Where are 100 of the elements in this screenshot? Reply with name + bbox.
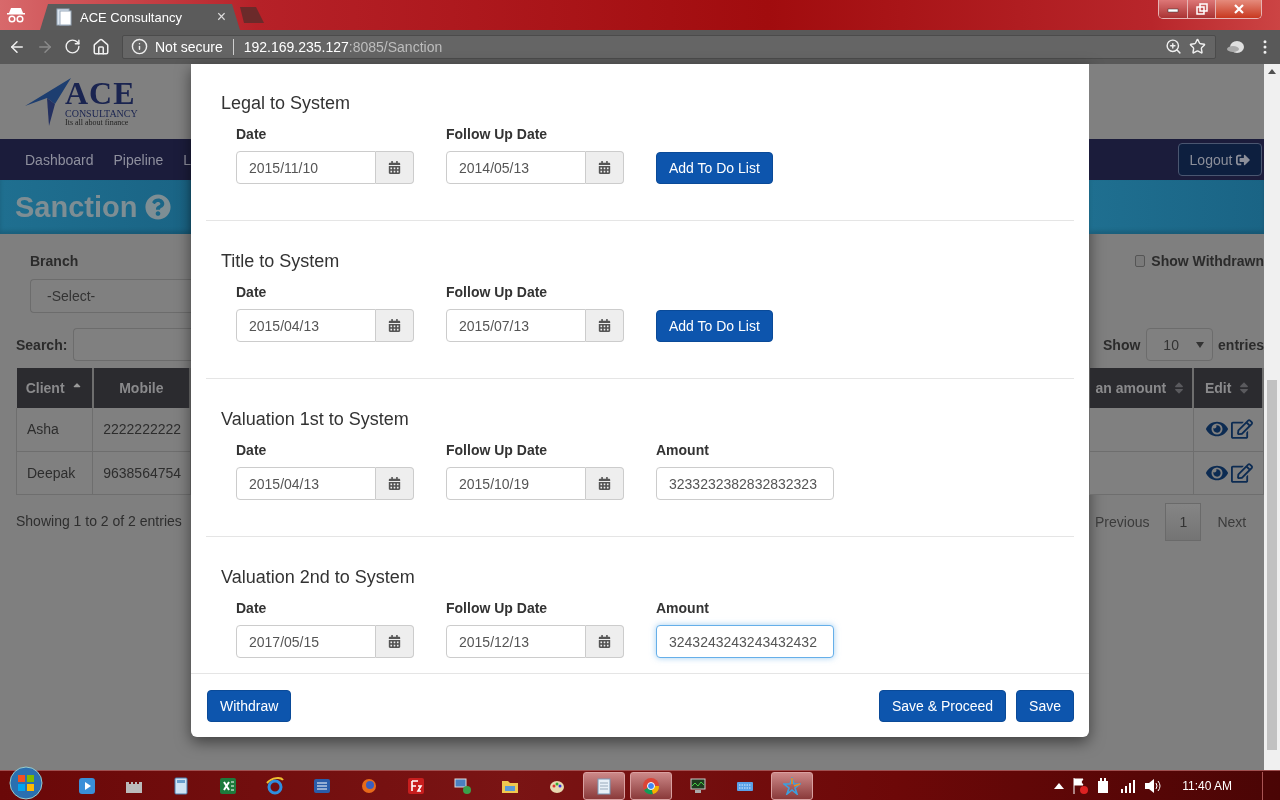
star-icon[interactable] <box>1189 38 1207 56</box>
date-field[interactable]: 2014/05/13 <box>446 151 586 184</box>
minimize-button[interactable] <box>1159 0 1187 18</box>
search-label: Search: <box>16 336 68 353</box>
calendar-icon[interactable] <box>598 161 611 174</box>
column-header[interactable]: an amount <box>1089 368 1194 408</box>
back-icon[interactable] <box>8 38 26 56</box>
edit-icon[interactable] <box>1230 418 1253 441</box>
withdraw-button[interactable]: Withdraw <box>207 690 292 722</box>
date-field[interactable]: 2017/05/15 <box>236 625 376 658</box>
nav-link[interactable]: L <box>183 151 191 168</box>
date-field[interactable]: 2015/11/10 <box>236 151 376 184</box>
calendar-icon[interactable] <box>388 161 401 174</box>
search-field[interactable] <box>73 328 191 361</box>
calendar-button[interactable] <box>586 625 624 658</box>
tray-arrow-icon[interactable] <box>1054 781 1065 790</box>
browser-tab[interactable]: ACE Consultancy × <box>40 4 240 30</box>
field-label: Date <box>236 126 268 143</box>
caret-icon[interactable] <box>1196 341 1205 348</box>
home-icon[interactable] <box>92 38 110 56</box>
fox-globe-icon[interactable] <box>360 776 378 795</box>
reload-icon[interactable] <box>64 38 82 56</box>
branch-label: Branch <box>30 253 80 269</box>
close-icon[interactable] <box>1232 3 1245 15</box>
ftp-icon[interactable] <box>407 776 425 795</box>
section-title: Legal to System <box>221 92 352 114</box>
column-header[interactable]: Edit <box>1193 368 1263 408</box>
spreadsheet-icon[interactable] <box>219 776 237 795</box>
edit-icon[interactable] <box>1230 461 1253 484</box>
section-title: Title to System <box>221 250 341 272</box>
save-button[interactable]: Save & Proceed <box>878 690 1007 722</box>
restore-icon[interactable] <box>1195 3 1208 15</box>
table-info: Showing 1 to 2 of 2 entries <box>16 512 183 529</box>
length-label: Show <box>1103 336 1141 353</box>
calendar-button[interactable] <box>376 625 414 658</box>
column-header[interactable]: Client <box>16 368 93 408</box>
field-label: Amount <box>656 442 710 459</box>
column-header[interactable]: Mobile <box>92 368 190 408</box>
logout-button[interactable]: Logout <box>1178 143 1262 176</box>
calendar-button[interactable] <box>586 467 624 500</box>
calendar-icon[interactable] <box>598 477 611 490</box>
calendar-icon[interactable] <box>598 635 611 648</box>
calculator-icon[interactable] <box>172 776 190 795</box>
field-label: Date <box>236 442 268 459</box>
add-to-do-button[interactable]: Add To Do List <box>656 310 773 342</box>
calendar-button[interactable] <box>376 467 414 500</box>
calendar-icon[interactable] <box>388 635 401 648</box>
url-text: 192.169.235.127:8085/Sanction <box>243 39 444 55</box>
address-bar[interactable]: Not secure 192.169.235.127:8085/Sanction <box>122 35 1216 59</box>
monitor-icon[interactable] <box>689 776 707 795</box>
calendar-icon[interactable] <box>388 477 401 490</box>
incognito-icon <box>6 7 26 23</box>
page-heading: Sanction <box>15 190 138 224</box>
field-label: Date <box>236 284 268 301</box>
calendar-button[interactable] <box>376 151 414 184</box>
remote-desktop-icon[interactable] <box>454 776 472 795</box>
play-icon[interactable] <box>78 776 96 795</box>
notepad-icon[interactable] <box>595 776 613 795</box>
scrollbar[interactable] <box>1264 64 1280 770</box>
calendar-button[interactable] <box>586 151 624 184</box>
table-cell: Asha <box>16 408 93 451</box>
checkbox-label: Show Withdrawn <box>1151 253 1264 269</box>
field-label: Follow Up Date <box>446 126 549 143</box>
signal-icon[interactable] <box>1120 778 1137 793</box>
date-field[interactable]: 2015/07/13 <box>446 309 586 342</box>
extension-icon[interactable] <box>1226 39 1246 55</box>
document-icon[interactable] <box>313 776 331 795</box>
date-field[interactable]: 2015/04/13 <box>236 309 376 342</box>
info-icon[interactable] <box>131 38 149 56</box>
calendar-button[interactable] <box>586 309 624 342</box>
restore-button[interactable] <box>1187 0 1215 18</box>
field-label: Date <box>236 600 268 617</box>
field-label: Follow Up Date <box>446 284 549 301</box>
field-label: Follow Up Date <box>446 442 549 459</box>
logout-icon[interactable] <box>1236 152 1251 167</box>
length-label: entries <box>1218 336 1264 353</box>
tab-close[interactable]: × <box>216 8 226 26</box>
calendar-icon[interactable] <box>598 319 611 332</box>
date-field[interactable]: 2015/10/19 <box>446 467 586 500</box>
calendar-icon[interactable] <box>388 319 401 332</box>
add-to-do-button[interactable]: Add To Do List <box>656 152 773 184</box>
minimize-icon[interactable] <box>1167 5 1179 13</box>
save-button[interactable]: Save <box>1016 690 1074 722</box>
date-field[interactable]: 2015/04/13 <box>236 467 376 500</box>
globe-icon[interactable] <box>266 776 284 795</box>
volume-icon[interactable] <box>1144 777 1163 794</box>
nav-link[interactable]: Pipeline <box>113 151 164 168</box>
chrome-icon[interactable] <box>642 776 660 795</box>
nav-link[interactable]: Dashboard <box>25 151 94 168</box>
table-cell: Deepak <box>16 451 93 494</box>
close-button[interactable] <box>1215 0 1261 18</box>
flag-icon[interactable] <box>1072 776 1089 795</box>
calendar-button[interactable] <box>376 309 414 342</box>
amount-field[interactable]: 3233232382832832323 <box>656 467 834 500</box>
zoom-icon[interactable] <box>1165 38 1183 56</box>
date-field[interactable]: 2015/12/13 <box>446 625 586 658</box>
checkbox[interactable] <box>1135 255 1146 267</box>
amount-field[interactable]: 3243243243243432432 <box>656 625 834 658</box>
start-button[interactable] <box>8 764 44 800</box>
star-icon[interactable] <box>783 776 801 795</box>
